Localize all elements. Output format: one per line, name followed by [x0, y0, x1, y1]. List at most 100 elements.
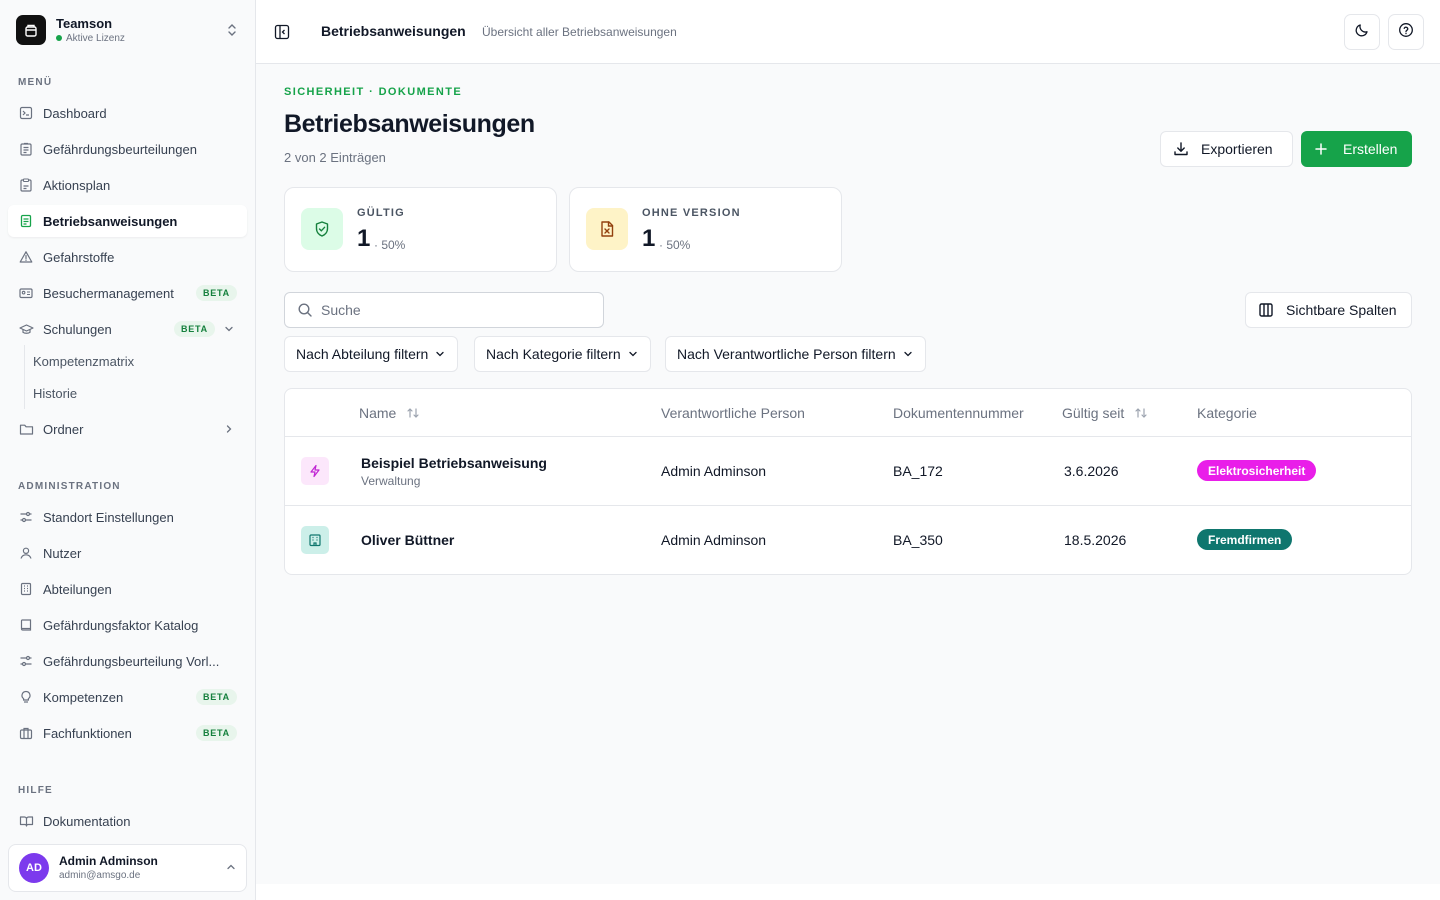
sidebar-item-besuchermanagement[interactable]: Besuchermanagement BETA [8, 277, 247, 309]
theme-toggle-button[interactable] [1344, 14, 1380, 50]
table-header: Name Verantwortliche Person Dokumentennu… [285, 389, 1411, 437]
search-field[interactable] [284, 292, 604, 328]
column-header-gueltig-seit[interactable]: Gültig seit [1062, 405, 1148, 421]
shield-check-icon [301, 208, 343, 250]
category-badge: Fremdfirmen [1197, 529, 1293, 550]
search-input[interactable] [321, 302, 591, 318]
folder-icon [18, 421, 34, 437]
columns-icon [1258, 302, 1274, 318]
data-table: Name Verantwortliche Person Dokumentennu… [284, 388, 1412, 575]
sidebar-item-label: Dashboard [43, 105, 107, 121]
help-button[interactable] [1388, 14, 1424, 50]
sidebar-item-kompetenzen[interactable]: Kompetenzen BETA [8, 681, 247, 713]
beta-badge: BETA [195, 725, 237, 741]
sidebar-item-label: Dokumentation [43, 813, 131, 829]
bottom-strip [256, 884, 1440, 900]
stat-label: GÜLTIG [357, 207, 405, 219]
file-x-icon [586, 208, 628, 250]
column-header-person: Verantwortliche Person [661, 405, 805, 421]
sidebar-item-gefahrstoffe[interactable]: Gefahrstoffe [8, 241, 247, 273]
row-person: Admin Adminson [661, 463, 767, 479]
sidebar-item-dokumentation[interactable]: Dokumentation [8, 805, 247, 837]
user-name: Admin Adminson [59, 854, 158, 868]
sidebar-item-fachfunktionen[interactable]: Fachfunktionen BETA [8, 717, 247, 749]
sidebar-item-label: Betriebsanweisungen [43, 213, 178, 229]
row-department: Verwaltung [361, 474, 421, 488]
category-badge: Elektrosicherheit [1197, 460, 1317, 481]
create-label: Erstellen [1343, 141, 1398, 157]
create-button[interactable]: Erstellen [1301, 131, 1412, 167]
sidebar-item-label: Besuchermanagement [43, 285, 174, 301]
sidebar-item-label: Ordner [43, 421, 84, 437]
filter-label: Nach Abteilung filtern [296, 346, 429, 362]
main-content: Betriebsanweisungen Übersicht aller Betr… [256, 0, 1440, 884]
chevron-down-icon [434, 348, 446, 360]
clipboard-list-icon [18, 141, 34, 157]
sidebar-item-label: Gefährdungsfaktor Katalog [43, 617, 199, 633]
sort-icon[interactable] [406, 406, 420, 420]
user-icon [18, 545, 34, 561]
table-row[interactable]: Oliver Büttner Admin Adminson BA_350 18.… [285, 506, 1411, 575]
row-name[interactable]: Oliver Büttner [361, 532, 454, 548]
sidebar-item-label: Schulungen [43, 321, 112, 337]
sidebar-item-abteilungen[interactable]: Abteilungen [8, 573, 247, 605]
beta-badge: BETA [173, 321, 215, 337]
sidebar-item-betriebsanweisungen[interactable]: Betriebsanweisungen [8, 205, 247, 237]
briefcase-icon [18, 725, 34, 741]
filter-label: Nach Verantwortliche Person filtern [677, 346, 896, 362]
clipboard-check-icon [18, 177, 34, 193]
table-row[interactable]: Beispiel Betriebsanweisung Verwaltung Ad… [285, 437, 1411, 506]
lightning-icon [301, 457, 329, 485]
sliders-icon [18, 653, 34, 669]
sort-icon[interactable] [1134, 406, 1148, 420]
user-menu[interactable]: AD Admin Adminson admin@amsgo.de [8, 844, 247, 892]
sidebar-item-label: Kompetenzen [43, 689, 124, 705]
factory-icon [301, 526, 329, 554]
sidebar-item-gefaehrdungsbeurteilungen[interactable]: Gefährdungsbeurteilungen [8, 133, 247, 165]
column-header-kategorie: Kategorie [1197, 405, 1257, 421]
warning-triangle-icon [18, 249, 34, 265]
search-icon [297, 302, 313, 318]
graduation-cap-icon [18, 321, 34, 337]
sidebar-item-aktionsplan[interactable]: Aktionsplan [8, 169, 247, 201]
stat-card-ohne-version: OHNE VERSION 1 · 50% [569, 187, 842, 272]
avatar: AD [19, 853, 49, 883]
workspace-name: Teamson [56, 15, 113, 31]
schulungen-submenu: Kompetenzmatrix Historie [24, 345, 246, 409]
row-document-number: BA_350 [893, 532, 943, 548]
filter-kategorie[interactable]: Nach Kategorie filtern [474, 336, 651, 372]
chevron-down-icon [221, 321, 237, 337]
id-card-icon [18, 285, 34, 301]
filter-verantwortliche-person[interactable]: Nach Verantwortliche Person filtern [665, 336, 926, 372]
stat-percent: · 50% [659, 238, 691, 252]
brand-logo-icon [16, 15, 46, 45]
sidebar-item-gefaehrdungsfaktor-katalog[interactable]: Gefährdungsfaktor Katalog [8, 609, 247, 641]
sidebar-item-nutzer[interactable]: Nutzer [8, 537, 247, 569]
stat-label: OHNE VERSION [642, 207, 741, 219]
sidebar-item-standort-einstellungen[interactable]: Standort Einstellungen [8, 501, 247, 533]
visible-columns-label: Sichtbare Spalten [1286, 302, 1397, 318]
chevron-down-icon [902, 348, 914, 360]
sidebar-item-ordner[interactable]: Ordner [8, 413, 247, 445]
building-icon [18, 581, 34, 597]
export-button[interactable]: Exportieren [1160, 131, 1293, 167]
workspace-switcher[interactable]: Teamson Aktive Lizenz [8, 8, 248, 52]
sidebar-subitem-historie[interactable]: Historie [33, 377, 77, 409]
row-name[interactable]: Beispiel Betriebsanweisung [361, 455, 547, 471]
sidebar-item-dashboard[interactable]: Dashboard [8, 97, 247, 129]
chevrons-up-down-icon [224, 22, 240, 38]
chevron-right-icon [221, 421, 237, 437]
dashboard-icon [18, 105, 34, 121]
column-header-name[interactable]: Name [359, 405, 420, 421]
beta-badge: BETA [195, 285, 237, 301]
sidebar-subitem-kompetenzmatrix[interactable]: Kompetenzmatrix [33, 345, 134, 377]
sidebar-item-label: Abteilungen [43, 581, 112, 597]
license-status: Aktive Lizenz [66, 32, 125, 44]
visible-columns-button[interactable]: Sichtbare Spalten [1245, 292, 1412, 328]
sidebar-item-schulungen[interactable]: Schulungen BETA [8, 313, 247, 345]
document-icon [18, 213, 34, 229]
sidebar-item-gefaehrdungsbeurteilung-vorlagen[interactable]: Gefährdungsbeurteilung Vorl... [8, 645, 247, 677]
filter-abteilung[interactable]: Nach Abteilung filtern [284, 336, 459, 372]
sidebar-toggle-icon[interactable] [272, 22, 292, 42]
beta-badge: BETA [195, 689, 237, 705]
